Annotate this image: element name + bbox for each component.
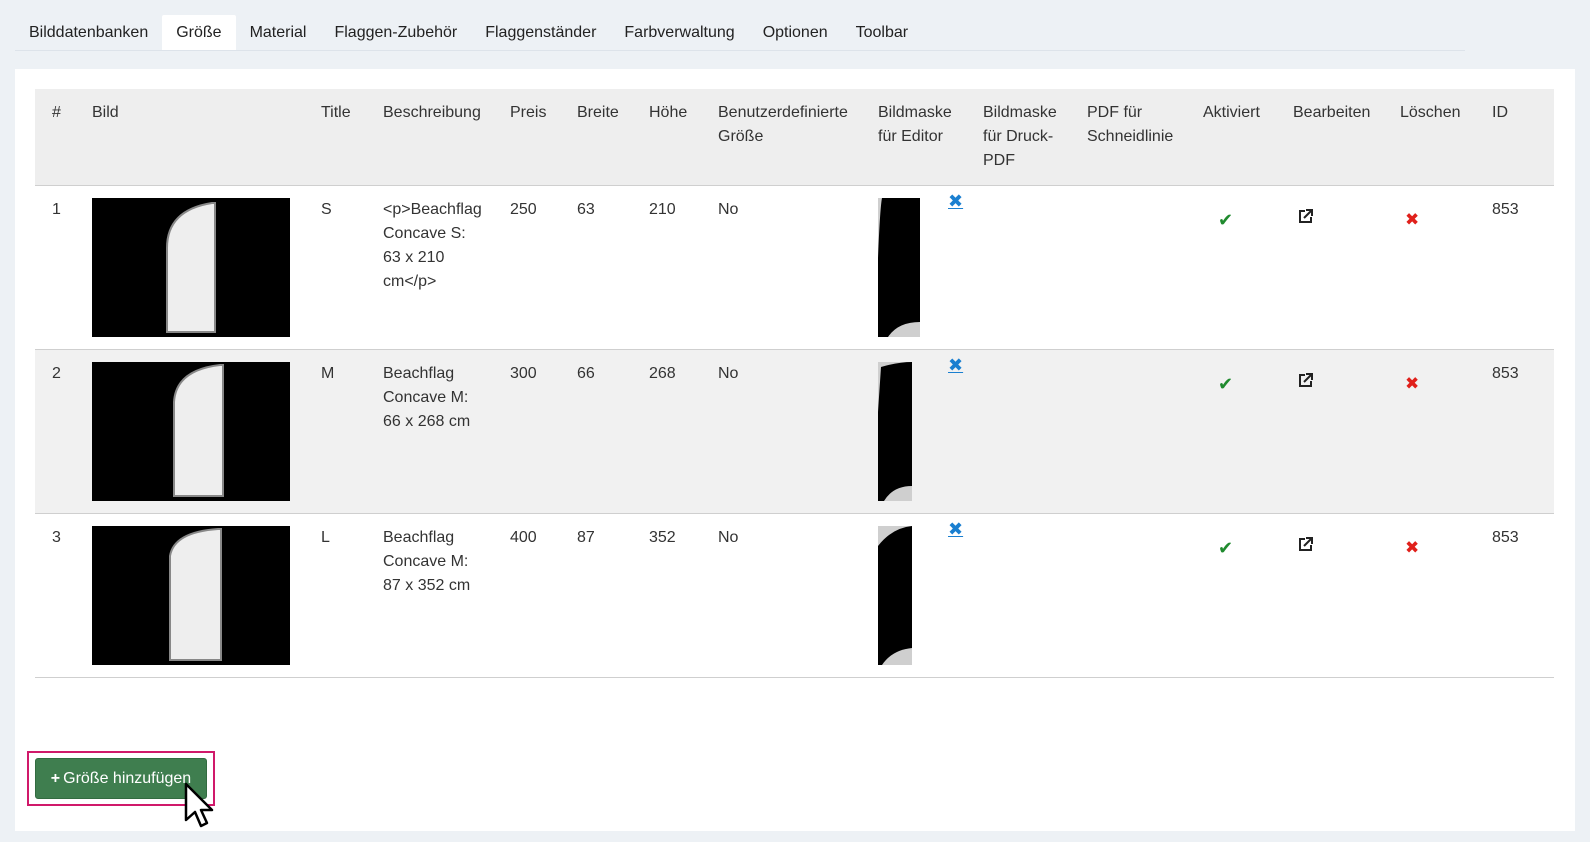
- row-width: 66: [560, 349, 632, 514]
- remove-mask-link[interactable]: ✖: [948, 192, 963, 210]
- row-active: ✔: [1186, 349, 1276, 514]
- tab-flaggen-zubehoer[interactable]: Flaggen-Zubehör: [320, 15, 471, 50]
- header-id: ID: [1475, 89, 1554, 186]
- flag-thumbnail: [92, 197, 290, 337]
- row-description: Beachflag Concave M: 66 x 268 cm: [366, 349, 493, 514]
- row-custom-size: No: [701, 349, 861, 514]
- row-description: <p>Beachflag Concave S: 63 x 210 cm</p>: [366, 185, 493, 350]
- content-panel: # Bild Title Beschreibung Preis Breite H…: [15, 69, 1575, 831]
- header-price: Preis: [493, 89, 560, 186]
- tab-flaggenstaender[interactable]: Flaggenständer: [471, 15, 610, 50]
- row-height: 352: [632, 513, 701, 678]
- row-title: S: [304, 185, 366, 350]
- header-num: #: [35, 89, 75, 186]
- row-mask-editor: ✖: [861, 185, 966, 350]
- row-custom-size: No: [701, 513, 861, 678]
- row-height: 268: [632, 349, 701, 514]
- header-delete: Löschen: [1383, 89, 1475, 186]
- row-mask-editor: ✖: [861, 513, 966, 678]
- add-size-button[interactable]: + Größe hinzufügen: [35, 758, 207, 799]
- row-title: L: [304, 513, 366, 678]
- row-id: 853: [1475, 513, 1554, 678]
- tab-optionen[interactable]: Optionen: [749, 15, 842, 50]
- header-pdf-cutline: PDF für Schneidlinie: [1070, 89, 1186, 186]
- row-image-cell: [75, 513, 304, 678]
- row-mask-editor: ✖: [861, 349, 966, 514]
- header-description: Beschreibung: [366, 89, 493, 186]
- row-id: 853: [1475, 185, 1554, 350]
- plus-icon: +: [50, 770, 61, 787]
- row-delete: ✖: [1383, 185, 1475, 350]
- table-row: 2 M Beachflag Concave M: 66 x 268 cm 300…: [35, 349, 1554, 514]
- header-edit: Bearbeiten: [1276, 89, 1383, 186]
- row-price: 300: [493, 349, 560, 514]
- row-active: ✔: [1186, 513, 1276, 678]
- header-mask-editor: Bildmaske für Editor: [861, 89, 966, 186]
- header-width: Breite: [560, 89, 632, 186]
- row-delete: ✖: [1383, 513, 1475, 678]
- row-active: ✔: [1186, 185, 1276, 350]
- row-mask-print: [966, 185, 1070, 350]
- close-icon[interactable]: ✖: [1405, 536, 1419, 560]
- tab-bar: Bilddatenbanken Größe Material Flaggen-Z…: [15, 15, 1465, 51]
- row-pdf-cutline: [1070, 513, 1186, 678]
- editor-mask-image: [878, 525, 912, 665]
- external-link-icon[interactable]: [1298, 536, 1313, 560]
- row-edit: [1276, 349, 1383, 514]
- tab-material[interactable]: Material: [236, 15, 321, 50]
- header-mask-print: Bildmaske für Druck-PDF: [966, 89, 1070, 186]
- row-price: 400: [493, 513, 560, 678]
- tab-farbverwaltung[interactable]: Farbverwaltung: [610, 15, 748, 50]
- row-pdf-cutline: [1070, 349, 1186, 514]
- editor-mask-image: [878, 361, 912, 501]
- row-width: 87: [560, 513, 632, 678]
- mouse-pointer-icon: [184, 782, 214, 828]
- row-edit: [1276, 185, 1383, 350]
- row-title: M: [304, 349, 366, 514]
- check-icon[interactable]: ✔: [1218, 536, 1233, 560]
- row-image-cell: [75, 349, 304, 514]
- row-custom-size: No: [701, 185, 861, 350]
- close-icon[interactable]: ✖: [1405, 372, 1419, 396]
- header-title: Title: [304, 89, 366, 186]
- row-id: 853: [1475, 349, 1554, 514]
- header-height: Höhe: [632, 89, 701, 186]
- tab-bilddatenbanken[interactable]: Bilddatenbanken: [15, 15, 162, 50]
- sizes-table: # Bild Title Beschreibung Preis Breite H…: [35, 89, 1554, 678]
- row-delete: ✖: [1383, 349, 1475, 514]
- table-row: 3 L Beachflag Concave M: 87 x 352 cm 400…: [35, 513, 1554, 678]
- table-row: 1 S <p>Beachflag Concave S: 63 x 210 cm<…: [35, 185, 1554, 350]
- row-image-cell: [75, 185, 304, 350]
- row-height: 210: [632, 185, 701, 350]
- row-mask-print: [966, 513, 1070, 678]
- remove-mask-link[interactable]: ✖: [948, 520, 963, 538]
- check-icon[interactable]: ✔: [1218, 372, 1233, 396]
- row-num: 2: [35, 349, 75, 514]
- header-image: Bild: [75, 89, 304, 186]
- row-num: 3: [35, 513, 75, 678]
- row-pdf-cutline: [1070, 185, 1186, 350]
- external-link-icon[interactable]: [1298, 208, 1313, 232]
- tab-toolbar[interactable]: Toolbar: [842, 15, 922, 50]
- row-num: 1: [35, 185, 75, 350]
- header-active: Aktiviert: [1186, 89, 1276, 186]
- remove-mask-link[interactable]: ✖: [948, 356, 963, 374]
- add-size-button-label: Größe hinzufügen: [63, 770, 192, 787]
- editor-mask-image: [878, 197, 920, 337]
- row-mask-print: [966, 349, 1070, 514]
- header-custom-size: Benutzerdefinierte Größe: [701, 89, 861, 186]
- table-header-row: # Bild Title Beschreibung Preis Breite H…: [35, 89, 1554, 186]
- row-price: 250: [493, 185, 560, 350]
- tab-groesse[interactable]: Größe: [162, 15, 236, 50]
- row-description: Beachflag Concave M: 87 x 352 cm: [366, 513, 493, 678]
- flag-thumbnail: [92, 361, 290, 501]
- row-width: 63: [560, 185, 632, 350]
- row-edit: [1276, 513, 1383, 678]
- flag-thumbnail: [92, 525, 290, 665]
- close-icon[interactable]: ✖: [1405, 208, 1419, 232]
- check-icon[interactable]: ✔: [1218, 208, 1233, 232]
- external-link-icon[interactable]: [1298, 372, 1313, 396]
